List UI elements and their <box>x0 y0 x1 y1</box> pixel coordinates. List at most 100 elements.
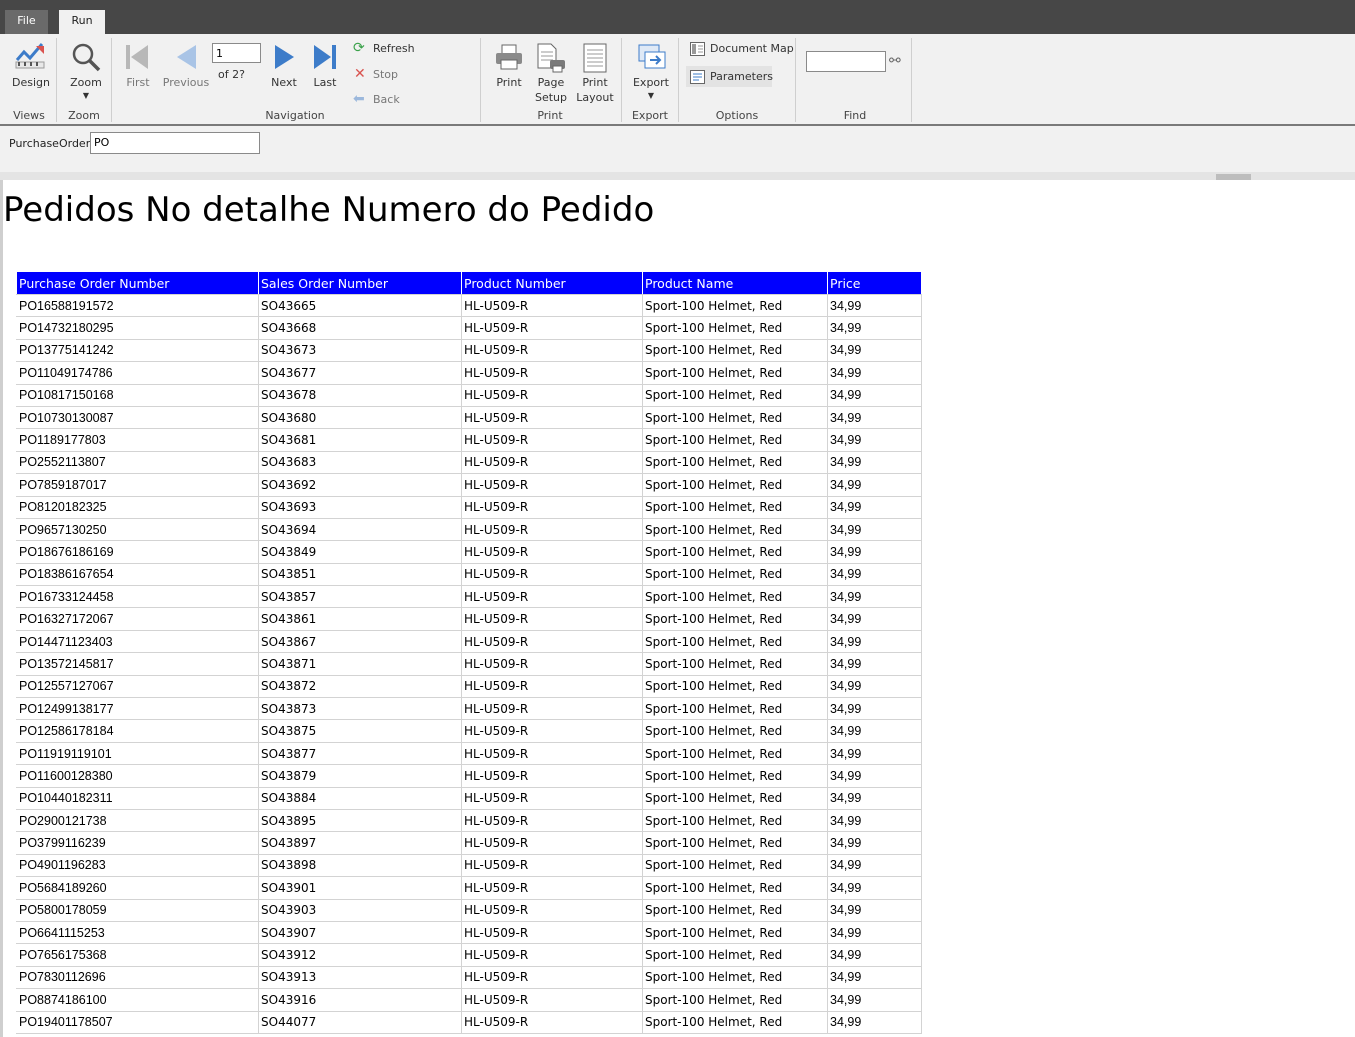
title-bar <box>0 0 1355 34</box>
refresh-icon: ⟳ <box>353 40 365 56</box>
table-row: PO16327172067 SO43861 HL-U509-R Sport-100 H… <box>16 607 922 631</box>
product-name-cell: Sport-100 Helmet, Red <box>642 809 828 833</box>
product-number-cell: HL-U509-R <box>461 496 643 519</box>
first-label: First <box>126 76 150 89</box>
price-cell: 34,99 <box>827 1011 922 1034</box>
report-table: Purchase Order Number Sales Order Number… <box>16 271 922 1034</box>
product-number-cell: HL-U509-R <box>461 899 643 922</box>
product-name-cell: Sport-100 Helmet, Red <box>642 540 828 564</box>
product-number-cell: HL-U509-R <box>461 652 643 676</box>
table-row: PO14732180295 SO43668 HL-U509-R Sport-100 H… <box>16 316 922 340</box>
price-cell: 34,99 <box>827 339 922 363</box>
purchase-order-cell: PO2900121738 <box>16 809 259 833</box>
product-name-cell: Sport-100 Helmet, Red <box>642 876 828 900</box>
product-number-cell: HL-U509-R <box>461 451 643 475</box>
price-cell: 34,99 <box>827 742 922 766</box>
product-number-cell: HL-U509-R <box>461 719 643 743</box>
price-cell: 34,99 <box>827 451 922 475</box>
column-header-product-number: Product Number <box>461 271 643 295</box>
table-row: PO16733124458 SO43857 HL-U509-R Sport-100 H… <box>16 585 922 609</box>
price-cell: 34,99 <box>827 563 922 587</box>
sales-order-cell: SO43851 <box>258 563 462 587</box>
product-name-cell: Sport-100 Helmet, Red <box>642 966 828 990</box>
sales-order-cell: SO43898 <box>258 854 462 878</box>
sales-order-cell: SO43873 <box>258 697 462 721</box>
product-name-cell: Sport-100 Helmet, Red <box>642 675 828 699</box>
product-number-cell: HL-U509-R <box>461 943 643 967</box>
pane-splitter[interactable] <box>0 172 1355 180</box>
purchase-order-cell: PO12586178184 <box>16 719 259 743</box>
parameters-button[interactable]: Parameters <box>686 66 773 87</box>
group-zoom-label: Zoom <box>68 109 100 122</box>
product-number-cell: HL-U509-R <box>461 697 643 721</box>
sales-order-cell: SO43901 <box>258 876 462 900</box>
back-label: Back <box>373 93 400 106</box>
price-cell: 34,99 <box>827 697 922 721</box>
page-number-input[interactable]: 1 <box>212 43 261 63</box>
purchase-order-cell: PO8874186100 <box>16 988 259 1012</box>
product-number-cell: HL-U509-R <box>461 316 643 340</box>
group-find-label: Find <box>843 109 867 122</box>
separator <box>111 38 112 122</box>
purchase-order-cell: PO7859187017 <box>16 473 259 497</box>
table-header-row: Purchase Order Number Sales Order Number… <box>16 271 922 295</box>
purchase-order-cell: PO10817150168 <box>16 384 259 407</box>
sales-order-cell: SO43867 <box>258 630 462 654</box>
product-number-cell: HL-U509-R <box>461 1011 643 1034</box>
table-row: PO10730130087 SO43680 HL-U509-R Sport-100 H… <box>16 406 922 430</box>
price-cell: 34,99 <box>827 607 922 631</box>
next-page-icon <box>275 45 294 69</box>
product-number-cell: HL-U509-R <box>461 540 643 564</box>
product-number-cell: HL-U509-R <box>461 921 643 945</box>
price-cell: 34,99 <box>827 428 922 452</box>
product-number-cell: HL-U509-R <box>461 876 643 900</box>
chevron-down-icon: ▼ <box>82 91 90 100</box>
price-cell: 34,99 <box>827 854 922 878</box>
binoculars-icon[interactable]: ⚯ <box>889 53 901 69</box>
sales-order-cell: SO43849 <box>258 540 462 564</box>
table-row: PO11600128380 SO43879 HL-U509-R Sport-100 H… <box>16 764 922 788</box>
find-input[interactable] <box>806 51 886 72</box>
product-name-cell: Sport-100 Helmet, Red <box>642 787 828 810</box>
table-row: PO10440182311 SO43884 HL-U509-R Sport-100 H… <box>16 787 922 810</box>
tab-file[interactable]: File <box>5 10 48 34</box>
column-header-purchase-order-number: Purchase Order Number <box>16 271 259 295</box>
print-layout-label-line1: Print <box>582 76 608 89</box>
page-setup-label-line1: Page <box>537 76 565 89</box>
purchase-order-cell: PO9657130250 <box>16 518 259 542</box>
product-name-cell: Sport-100 Helmet, Red <box>642 406 828 430</box>
print-label: Print <box>496 76 522 89</box>
table-row: PO18676186169 SO43849 HL-U509-R Sport-100 H… <box>16 540 922 564</box>
group-export-label: Export <box>631 109 668 122</box>
product-number-cell: HL-U509-R <box>461 294 643 318</box>
previous-label: Previous <box>162 76 210 89</box>
product-name-cell: Sport-100 Helmet, Red <box>642 899 828 922</box>
product-number-cell: HL-U509-R <box>461 518 643 542</box>
price-cell: 34,99 <box>827 585 922 609</box>
product-name-cell: Sport-100 Helmet, Red <box>642 384 828 407</box>
purchase-order-cell: PO7830112696 <box>16 966 259 990</box>
page-setup-icon <box>537 43 565 73</box>
purchase-order-cell: PO19401178507 <box>16 1011 259 1034</box>
table-row: PO12557127067 SO43872 HL-U509-R Sport-100 H… <box>16 675 922 699</box>
purchase-order-cell: PO16327172067 <box>16 607 259 631</box>
price-cell: 34,99 <box>827 652 922 676</box>
document-map-label: Document Map <box>710 42 794 55</box>
sales-order-cell: SO43895 <box>258 809 462 833</box>
tab-run[interactable]: Run <box>59 10 105 34</box>
table-row: PO12499138177 SO43873 HL-U509-R Sport-100 H… <box>16 697 922 721</box>
purchase-order-param-input[interactable]: PO <box>90 132 260 154</box>
purchase-order-cell: PO11049174786 <box>16 361 259 385</box>
purchase-order-cell: PO11600128380 <box>16 764 259 788</box>
separator <box>480 38 481 122</box>
sales-order-cell: SO43677 <box>258 361 462 385</box>
product-name-cell: Sport-100 Helmet, Red <box>642 585 828 609</box>
price-cell: 34,99 <box>827 899 922 922</box>
purchase-order-cell: PO3799116239 <box>16 831 259 855</box>
table-row: PO11049174786 SO43677 HL-U509-R Sport-100 H… <box>16 361 922 385</box>
product-number-cell: HL-U509-R <box>461 339 643 363</box>
group-print-label: Print <box>537 109 563 122</box>
group-views-label: Views <box>13 109 45 122</box>
page-count-label: of 2? <box>218 68 245 81</box>
purchase-order-cell: PO18386167654 <box>16 563 259 587</box>
